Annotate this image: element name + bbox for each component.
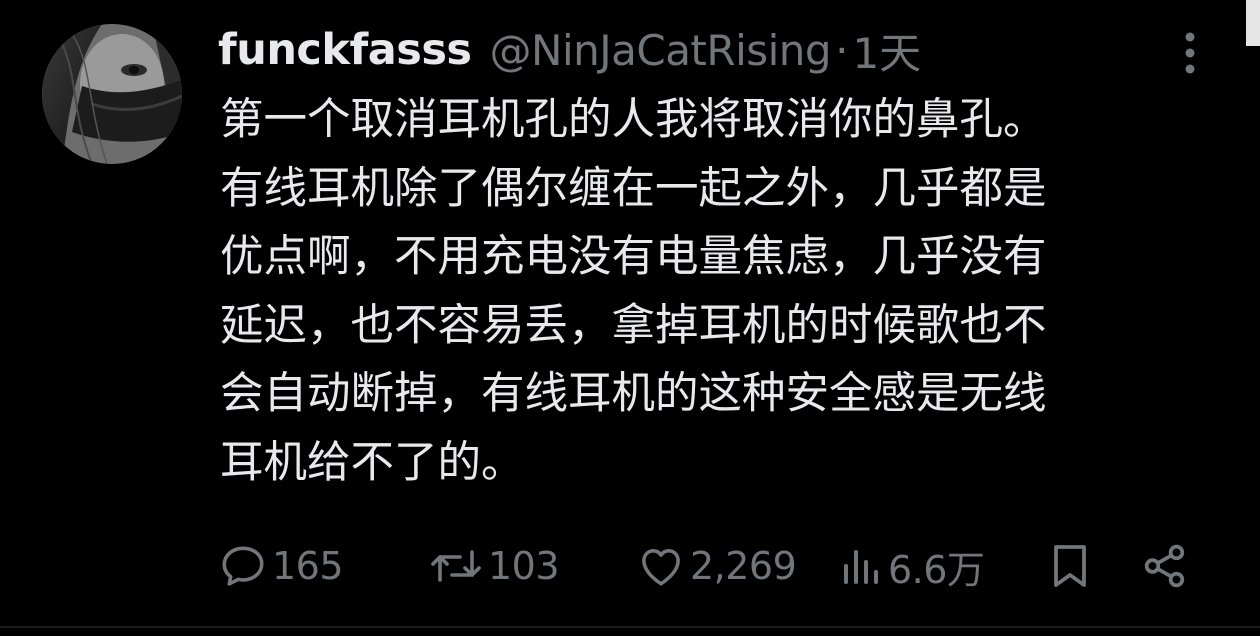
- user-handle[interactable]: @NinJaCatRising: [490, 26, 832, 75]
- action-bar: 165 103 2,269 6.6万: [218, 536, 1198, 596]
- timestamp[interactable]: 1天: [852, 20, 921, 81]
- share-icon: [1144, 544, 1185, 588]
- display-name[interactable]: funckfasss: [218, 25, 472, 75]
- views-button[interactable]: 6.6万: [840, 536, 985, 596]
- repost-count: 103: [488, 544, 560, 588]
- views-count: 6.6万: [888, 547, 985, 592]
- tweet-text-line: 延迟，也不容易丢，拿掉耳机的时候歌也不: [220, 300, 1047, 351]
- share-button[interactable]: [1140, 536, 1190, 596]
- more-options-icon[interactable]: [1172, 30, 1208, 76]
- reply-count: 165: [272, 544, 344, 588]
- divider: [0, 626, 1260, 628]
- tweet-text-line: 会自动断掉，有线耳机的这种安全感是无线: [220, 369, 1047, 419]
- avatar-image: [42, 24, 182, 164]
- bookmark-icon: [1054, 545, 1086, 587]
- tweet-text: 第一个取消耳机孔的人我将取消你的鼻孔。 有线耳机除了偶尔缠在一起之外，几乎都是 …: [220, 86, 1220, 497]
- reply-button[interactable]: 165: [218, 536, 344, 596]
- tweet-text-line: 优点啊，不用充电没有电量焦虑，几乎没有: [220, 232, 1047, 282]
- tweet-text-line: 耳机给不了的。: [220, 437, 525, 488]
- tweet-text-line: 有线耳机除了偶尔缠在一起之外，几乎都是: [220, 163, 1047, 214]
- separator-dot: ·: [835, 25, 849, 75]
- reply-icon: [222, 546, 264, 586]
- views-icon: [844, 550, 878, 584]
- tweet-header: funckfasss @NinJaCatRising · 1天: [218, 20, 921, 80]
- heart-icon: [642, 549, 680, 586]
- bookmark-button[interactable]: [1048, 536, 1092, 596]
- like-count: 2,269: [690, 544, 797, 588]
- scrollbar[interactable]: [1246, 0, 1260, 46]
- like-button[interactable]: 2,269: [636, 536, 797, 596]
- repost-icon: [431, 550, 481, 582]
- tweet: funckfasss @NinJaCatRising · 1天 第一个取消耳机孔…: [0, 0, 1260, 636]
- tweet-text-line: 第一个取消耳机孔的人我将取消你的鼻孔。: [220, 95, 1047, 145]
- repost-button[interactable]: 103: [428, 536, 560, 596]
- avatar[interactable]: [42, 24, 182, 164]
